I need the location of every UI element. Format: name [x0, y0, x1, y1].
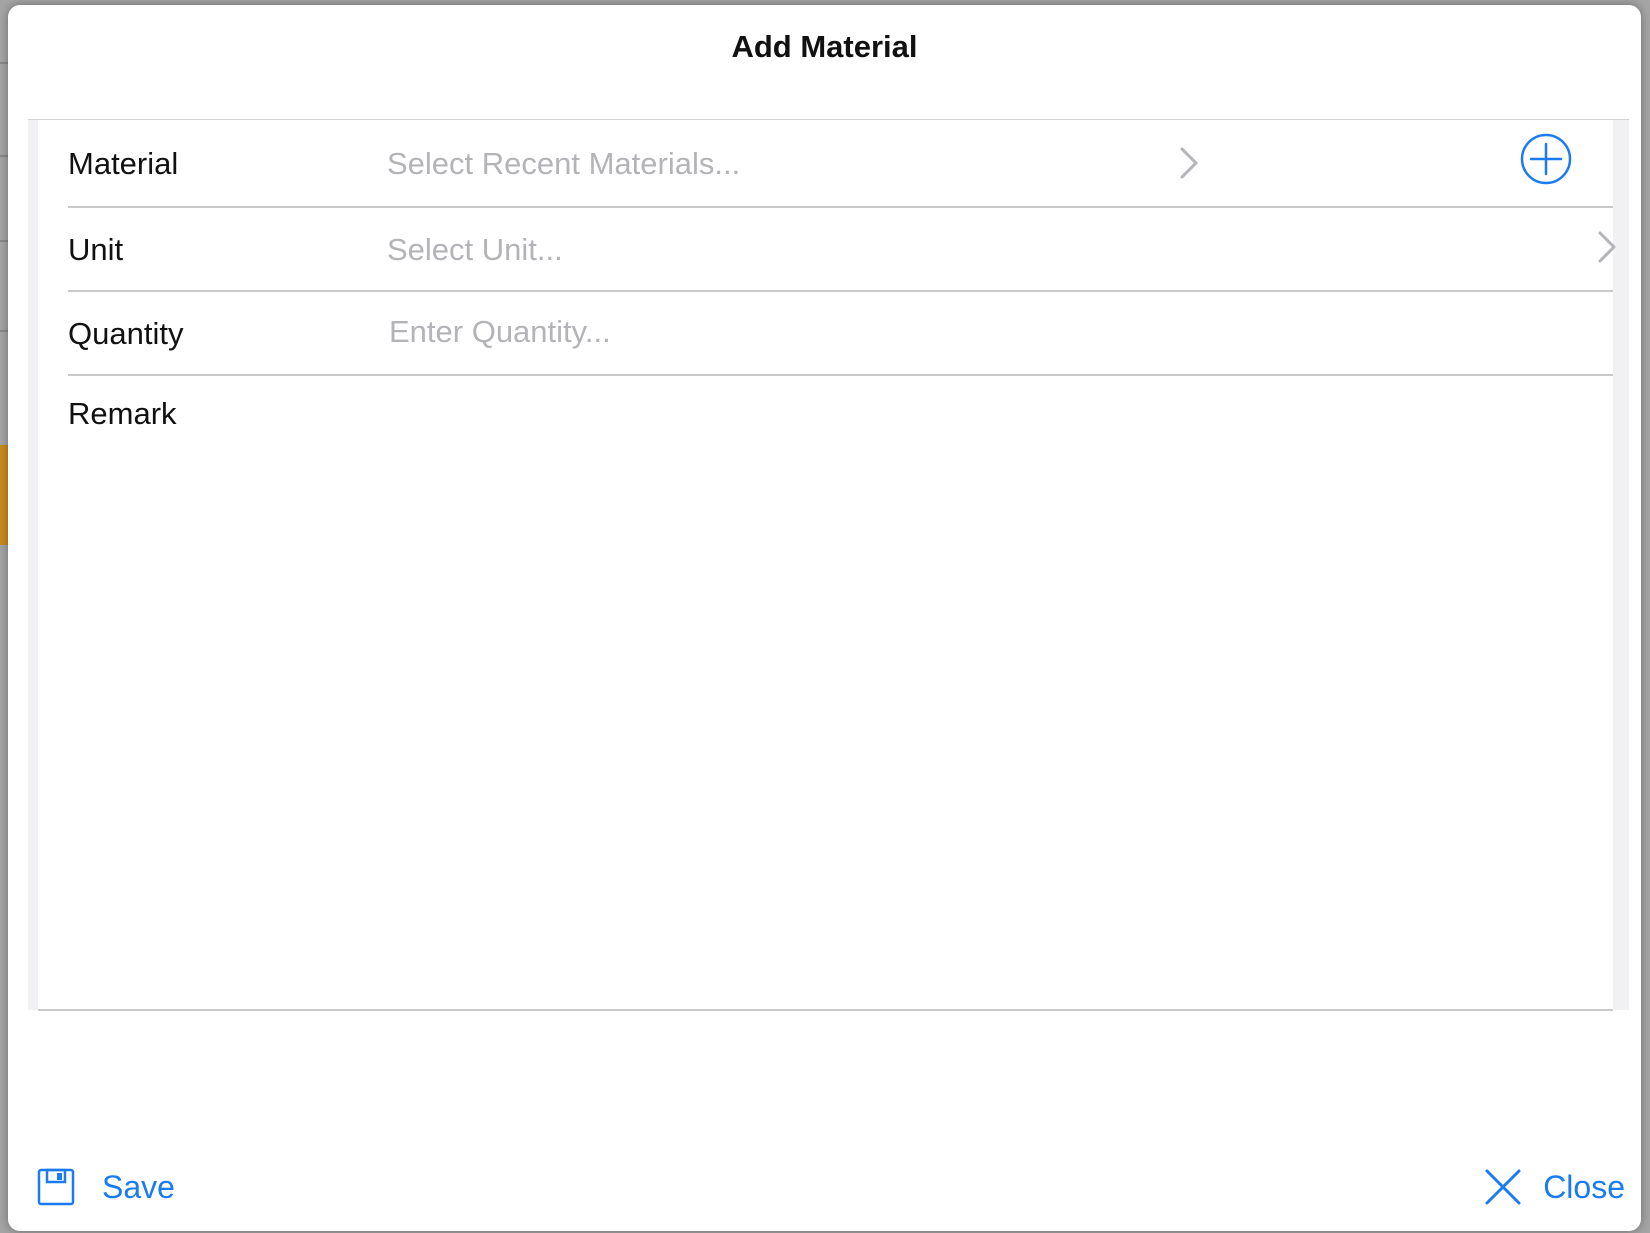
material-row[interactable]: Material Select Recent Materials...: [68, 120, 1613, 208]
close-x-icon: [1485, 1169, 1521, 1205]
remark-section: Remark: [68, 376, 1613, 1006]
close-button[interactable]: Close: [1483, 1161, 1625, 1213]
add-material-modal: Add Material Material Select Recent Mate…: [8, 5, 1641, 1231]
background-divider: [0, 62, 8, 64]
floppy-disk-icon: [37, 1168, 75, 1206]
material-form: Material Select Recent Materials... Unit…: [28, 119, 1629, 1011]
background-divider: [0, 330, 8, 332]
save-label: Save: [102, 1168, 175, 1205]
unit-label: Unit: [68, 232, 124, 267]
chevron-right-icon[interactable]: [1178, 146, 1200, 180]
unit-select-placeholder[interactable]: Select Unit...: [387, 232, 563, 268]
background-orange-tab: [0, 445, 8, 545]
add-material-plus-icon[interactable]: [1519, 132, 1573, 186]
remark-label: Remark: [68, 396, 177, 431]
unit-row[interactable]: Unit Select Unit...: [68, 208, 1616, 292]
material-label: Material: [68, 146, 179, 181]
material-select-placeholder[interactable]: Select Recent Materials...: [387, 146, 740, 182]
remark-textarea[interactable]: [68, 446, 1612, 1000]
quantity-input[interactable]: [387, 306, 1541, 358]
quantity-row: Quantity: [68, 292, 1613, 376]
chevron-right-icon[interactable]: [1596, 230, 1618, 264]
quantity-label: Quantity: [68, 316, 184, 351]
modal-title: Add Material: [731, 29, 918, 64]
form-table: Material Select Recent Materials... Unit…: [38, 120, 1616, 1011]
background-divider: [0, 240, 8, 242]
close-label: Close: [1543, 1168, 1625, 1205]
background-divider: [0, 155, 8, 157]
save-button[interactable]: Save: [36, 1161, 175, 1213]
